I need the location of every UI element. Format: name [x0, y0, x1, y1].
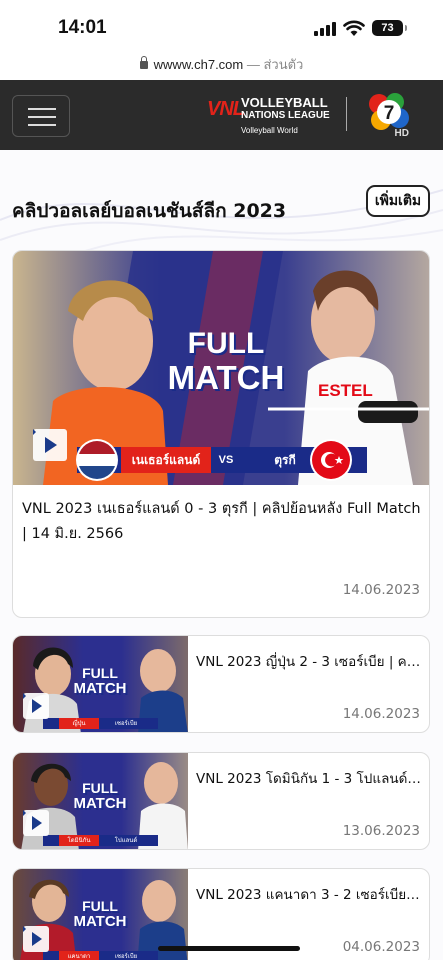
- full-match-headline: FULL MATCH: [65, 781, 135, 811]
- url-bar[interactable]: wwww.ch7.com — ส่วนตัว: [0, 54, 443, 80]
- netherlands-flag-icon: [76, 439, 118, 481]
- url-domain: wwww.ch7.com: [153, 57, 244, 72]
- menu-icon-bar: [28, 116, 56, 118]
- private-mode-label: ส่วนตัว: [263, 57, 304, 72]
- video-thumbnail[interactable]: FULL MATCH ญี่ปุ่น เซอร์เบีย: [13, 636, 188, 732]
- vnl-logo-line1: VOLLEYBALL: [241, 95, 328, 110]
- wifi-icon: [343, 20, 365, 36]
- video-card[interactable]: FULL MATCH โดมินิกัน โปแลนด์ VNL 2023 โด…: [12, 752, 430, 850]
- video-title[interactable]: VNL 2023 ญี่ปุ่น 2 - 3 เซอร์เบีย | คลิปย…: [196, 650, 422, 672]
- ch7-hd-label: HD: [395, 128, 409, 138]
- home-indicator[interactable]: [158, 946, 300, 951]
- cellular-signal-icon: [314, 22, 338, 36]
- team-b-label: เซอร์เบีย: [114, 720, 138, 727]
- ch7-logo[interactable]: 7 HD: [365, 92, 413, 138]
- ch7-number: 7: [384, 103, 395, 124]
- status-bar: 14:01 73: [0, 0, 443, 54]
- vnl-mark: VNL: [207, 98, 245, 120]
- menu-icon-bar: [28, 124, 56, 126]
- team-b-label: โปแลนด์: [114, 837, 138, 844]
- vnl-logo-line2: NATIONS LEAGUE: [241, 110, 330, 121]
- team-a-label: เนเธอร์แลนด์: [121, 447, 211, 473]
- play-icon[interactable]: [23, 693, 49, 719]
- headline-line2: MATCH: [73, 913, 127, 930]
- headline-line1: FULL: [187, 327, 265, 360]
- play-icon[interactable]: [33, 429, 67, 461]
- play-icon[interactable]: [23, 810, 49, 836]
- headline-line2: MATCH: [73, 680, 127, 697]
- section-title: คลิปวอลเลย์บอลเนชันส์ลีก 2023: [12, 200, 287, 222]
- team-b-label: เซอร์เบีย: [114, 953, 138, 960]
- site-header: VNL VOLLEYBALL NATIONS LEAGUE Volleyball…: [0, 80, 443, 150]
- turkey-flag-icon: [310, 439, 352, 481]
- headline-line1: FULL: [82, 665, 118, 681]
- team-a-label: โดมินิกัน: [59, 835, 99, 846]
- lock-icon: [139, 56, 148, 69]
- featured-video-card[interactable]: ESTEL FULL MATCH เนเธอร์แลนด์ VS ตุรกี V…: [12, 250, 430, 618]
- headline-line1: FULL: [82, 780, 118, 796]
- full-match-headline: FULL MATCH: [65, 899, 135, 929]
- featured-thumbnail[interactable]: ESTEL FULL MATCH เนเธอร์แลนด์ VS ตุรกี: [13, 251, 429, 485]
- jersey-text: ESTEL: [318, 381, 373, 400]
- full-match-headline: FULL MATCH: [65, 666, 135, 696]
- video-date: 14.06.2023: [342, 706, 420, 722]
- video-title[interactable]: VNL 2023 แคนาดา 3 - 2 เซอร์เบีย | คลิปย้…: [196, 883, 422, 905]
- hamburger-menu-button[interactable]: [12, 95, 70, 137]
- menu-icon-bar: [28, 108, 56, 110]
- video-thumbnail[interactable]: FULL MATCH โดมินิกัน โปแลนด์: [13, 753, 188, 849]
- vnl-logo-line3: Volleyball World: [241, 126, 298, 135]
- headline-line2: MATCH: [167, 359, 285, 396]
- headline-line2: MATCH: [73, 795, 127, 812]
- header-divider: [346, 97, 347, 131]
- video-date: 04.06.2023: [342, 939, 420, 955]
- vnl-logo[interactable]: VNL VOLLEYBALL NATIONS LEAGUE Volleyball…: [207, 94, 332, 136]
- full-match-headline: FULL MATCH: [151, 327, 301, 396]
- vs-label: VS: [218, 454, 234, 466]
- status-time: 14:01: [58, 17, 107, 38]
- battery-icon: 73: [372, 20, 407, 36]
- video-date: 13.06.2023: [342, 823, 420, 839]
- featured-video-title[interactable]: VNL 2023 เนเธอร์แลนด์ 0 - 3 ตุรกี | คลิป…: [22, 497, 422, 547]
- video-title[interactable]: VNL 2023 โดมินิกัน 1 - 3 โปแลนด์ | คลิปย…: [196, 767, 422, 789]
- team-a-label: แคนาดา: [59, 951, 99, 960]
- video-card[interactable]: FULL MATCH ญี่ปุ่น เซอร์เบีย VNL 2023 ญี…: [12, 635, 430, 733]
- url-separator: —: [243, 57, 264, 72]
- featured-video-date: 14.06.2023: [342, 582, 420, 598]
- team-a-label: ญี่ปุ่น: [59, 718, 99, 729]
- more-button[interactable]: เพิ่มเติม: [366, 185, 430, 217]
- play-icon[interactable]: [23, 926, 49, 952]
- headline-line1: FULL: [82, 898, 118, 914]
